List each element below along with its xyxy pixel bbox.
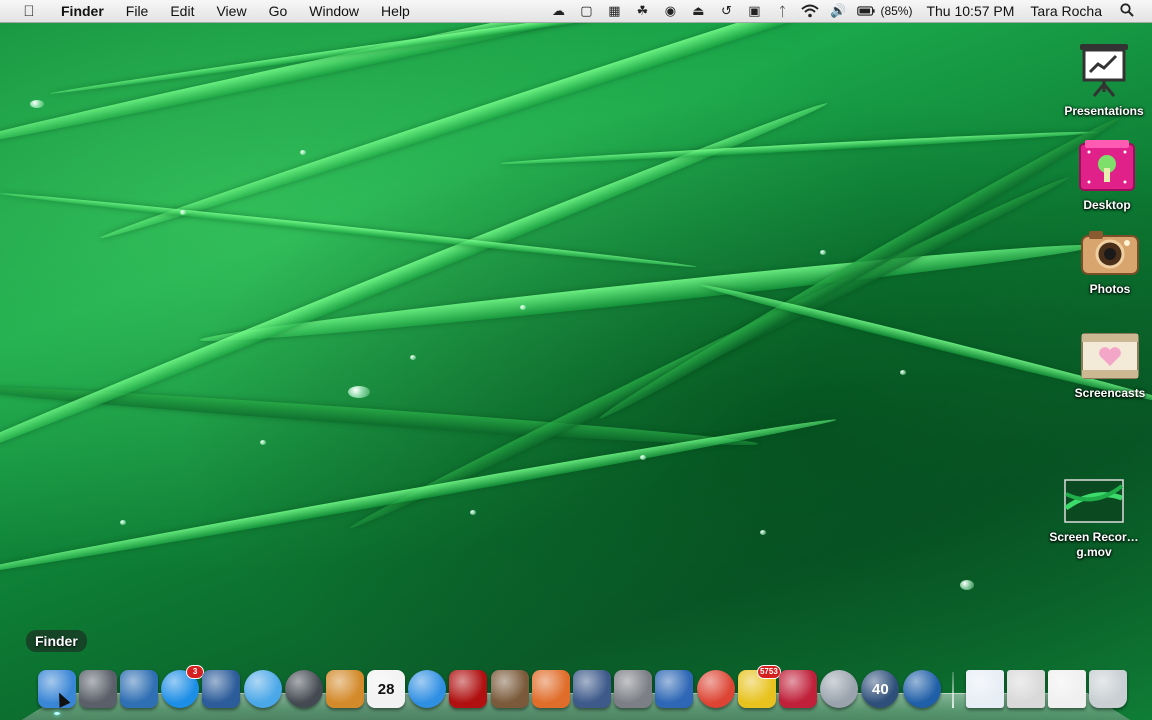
dock-separator bbox=[952, 672, 955, 708]
dock-script-editor[interactable] bbox=[573, 670, 612, 708]
menu-app-finder[interactable]: Finder bbox=[50, 0, 115, 22]
dock-facetime[interactable] bbox=[284, 670, 323, 708]
dock-calendar[interactable]: 28 bbox=[367, 670, 406, 708]
dock-reader[interactable] bbox=[778, 670, 817, 708]
screen-share-icon[interactable]: ▦ bbox=[605, 3, 623, 19]
time-machine-icon[interactable]: ↺ bbox=[717, 3, 735, 19]
dock-downloads[interactable] bbox=[1048, 670, 1087, 708]
lock-icon[interactable]: ◉ bbox=[661, 3, 679, 19]
dock-trash-icon[interactable] bbox=[1089, 670, 1128, 708]
dock-quicktime[interactable] bbox=[902, 670, 941, 708]
dock-app-store[interactable]: 3 bbox=[161, 665, 205, 708]
menu-edit[interactable]: Edit bbox=[159, 0, 205, 22]
volume-icon[interactable]: 🔊 bbox=[829, 3, 847, 19]
dock-iphoto[interactable] bbox=[490, 670, 529, 708]
battery-icon[interactable] bbox=[857, 3, 876, 19]
desktop-icon-label: Desktop bbox=[1083, 198, 1131, 212]
dock-photo-booth[interactable] bbox=[449, 670, 488, 708]
dock-mission-control[interactable] bbox=[119, 670, 158, 708]
wifi-icon[interactable] bbox=[801, 3, 820, 19]
dock-dvd-player[interactable] bbox=[820, 670, 859, 708]
desktop-icon-label: Presentations bbox=[1064, 104, 1144, 118]
bluetooth-icon[interactable]: ᛏ bbox=[773, 3, 791, 19]
menu-bar:  Finder File Edit View Go Window Help ☁… bbox=[0, 0, 1152, 23]
camera-icon bbox=[1079, 226, 1141, 278]
cloud-icon[interactable]: ☁ bbox=[549, 3, 567, 19]
dock-icon-text: 28 bbox=[377, 680, 395, 698]
movie-thumbnail-icon bbox=[1064, 478, 1124, 526]
user-menu[interactable]: Tara Rocha bbox=[1030, 3, 1102, 19]
dock-time-machine[interactable]: 40 bbox=[861, 670, 900, 708]
dock-system-preferences[interactable] bbox=[614, 670, 653, 708]
spotlight-search-icon[interactable] bbox=[1116, 2, 1138, 20]
presentation-board-icon bbox=[1074, 40, 1134, 100]
dock-tooltip: Finder bbox=[26, 630, 87, 652]
menu-clock[interactable]: Thu 10:57 PM bbox=[926, 3, 1014, 19]
eject-icon[interactable]: ⏏ bbox=[689, 3, 707, 19]
running-indicator bbox=[53, 712, 60, 715]
desktop-icon-label: Screencasts bbox=[1074, 386, 1146, 400]
dock-itunes[interactable] bbox=[408, 670, 447, 708]
dock-office[interactable] bbox=[655, 670, 694, 708]
dock-launchpad[interactable] bbox=[78, 670, 117, 708]
notification-badge: 5753 bbox=[756, 665, 781, 679]
dock-safari[interactable] bbox=[243, 670, 282, 708]
menu-file[interactable]: File bbox=[115, 0, 160, 22]
desktop-icon-desktop[interactable]: Desktop bbox=[1057, 138, 1152, 213]
status-area: ☁ ▢ ▦ ☘ ◉ ⏏ ↺ ▣ ᛏ 🔊 (85%) Thu 10:57 PM T… bbox=[544, 0, 1152, 22]
menu-view[interactable]: View bbox=[205, 0, 257, 22]
menu-go[interactable]: Go bbox=[258, 0, 299, 22]
monitor-icon[interactable]: ▣ bbox=[745, 3, 763, 19]
apple-menu-icon[interactable]:  bbox=[18, 3, 40, 20]
pink-folder-icon bbox=[1077, 138, 1137, 194]
dock-chrome[interactable] bbox=[696, 670, 735, 708]
dock-keynote[interactable] bbox=[531, 670, 570, 708]
dock-notebooks[interactable] bbox=[325, 670, 364, 708]
desktop-icon-screencasts[interactable]: Screencasts bbox=[1060, 330, 1152, 401]
dock-messages[interactable]: 5753 bbox=[737, 665, 781, 708]
dock-preview[interactable] bbox=[202, 670, 241, 708]
desktop-icon-label: Screen Recor…g.mov bbox=[1049, 530, 1139, 559]
dock-icon-text: 40 bbox=[872, 680, 889, 698]
menu-window[interactable]: Window bbox=[298, 0, 370, 22]
film-heart-icon bbox=[1080, 330, 1140, 382]
menu-help[interactable]: Help bbox=[370, 0, 421, 22]
desktop-icon-photos[interactable]: Photos bbox=[1060, 226, 1152, 297]
evernote-icon[interactable]: ☘ bbox=[633, 3, 651, 19]
dock-applications[interactable] bbox=[1006, 670, 1045, 708]
display-icon[interactable]: ▢ bbox=[577, 3, 595, 19]
desktop-icon-screen-recording[interactable]: Screen Recor…g.mov bbox=[1044, 478, 1144, 560]
desktop[interactable]:  Finder File Edit View Go Window Help ☁… bbox=[0, 0, 1152, 720]
dock: 3 28 5753 40 bbox=[36, 665, 1129, 715]
battery-percent: (85%) bbox=[880, 4, 913, 18]
dock-documents[interactable] bbox=[965, 670, 1004, 708]
desktop-icon-label: Photos bbox=[1089, 282, 1131, 296]
desktop-icon-presentations[interactable]: Presentations bbox=[1054, 40, 1152, 119]
